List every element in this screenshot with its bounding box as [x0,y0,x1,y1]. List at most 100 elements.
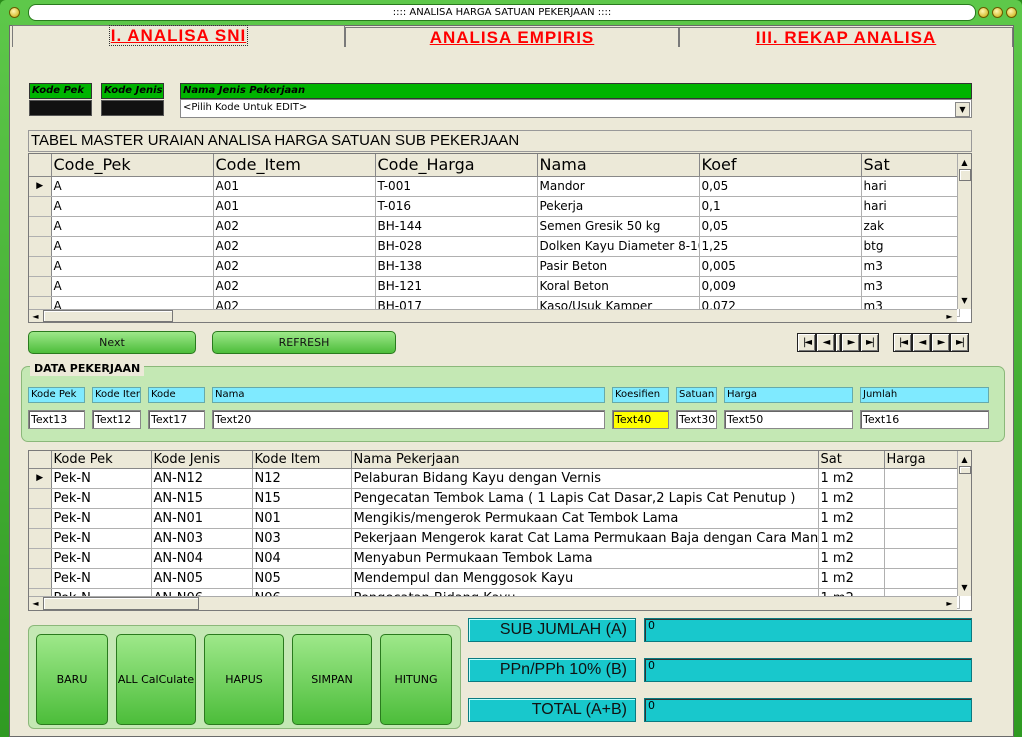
table-cell[interactable]: 1 m2 [818,528,885,549]
table-row[interactable]: ▶ A A01 T-001 Mandor 0,05 hari [29,176,960,197]
column-header[interactable]: Sat [818,451,885,469]
table-cell[interactable]: zak [861,216,960,237]
column-header[interactable]: Code_Harga [375,154,538,177]
table-cell[interactable]: AN-N03 [151,528,253,549]
table-cell[interactable]: A01 [213,196,376,217]
scroll-thumb[interactable] [959,466,971,474]
table-cell[interactable]: 1 m2 [818,548,885,569]
table-cell[interactable]: AN-N04 [151,548,253,569]
table-cell[interactable]: 0,005 [699,256,862,277]
table-cell[interactable]: Mendempul dan Menggosok Kayu [351,568,819,589]
master-table[interactable]: Code_Pek Code_Item Code_Harga Nama Koef … [28,153,972,323]
scroll-right-icon[interactable]: ► [943,597,956,610]
row-selector[interactable] [29,548,52,569]
table-cell[interactable]: A [51,236,214,257]
table-cell[interactable]: Pekerja [537,196,700,217]
column-header[interactable]: Code_Pek [51,154,214,177]
scroll-thumb[interactable] [959,169,971,181]
nav-last-icon[interactable]: ►| [950,333,969,352]
table-cell[interactable]: Pek-N [51,488,152,509]
column-header[interactable]: Koef [699,154,862,177]
current-row-indicator[interactable]: ▶ [29,176,52,197]
table-cell[interactable]: m3 [861,276,960,297]
tab-rekap-analisa[interactable]: III. REKAP ANALISA [679,27,1013,47]
table-cell[interactable]: Koral Beton [537,276,700,297]
table-cell[interactable]: Pasir Beton [537,256,700,277]
table-cell[interactable]: N04 [252,548,352,569]
table-cell[interactable] [884,508,960,529]
close-icon[interactable] [1006,7,1017,18]
table-cell[interactable]: Menyabun Permukaan Tembok Lama [351,548,819,569]
kode-item-input[interactable]: Text12 [92,410,141,429]
table-row[interactable]: Pek-N AN-N05 N05 Mendempul dan Menggosok Ka… [29,568,960,589]
scroll-right-icon[interactable]: ► [943,310,956,322]
column-header[interactable]: Kode Pek [51,451,152,469]
table-cell[interactable]: AN-N05 [151,568,253,589]
row-selector[interactable] [29,488,52,509]
table-cell[interactable]: btg [861,236,960,257]
table-cell[interactable]: Pekerjaan Mengerok karat Cat Lama Permuk… [351,528,819,549]
nav-first-icon[interactable]: |◄ [797,333,816,352]
table-cell[interactable]: T-001 [375,176,538,197]
table-cell[interactable] [884,488,960,509]
table-row[interactable]: Pek-N AN-N04 N04 Menyabun Permukaan Tembok … [29,548,960,569]
table-cell[interactable]: hari [861,196,960,217]
scroll-up-icon[interactable]: ▲ [958,156,971,169]
table-cell[interactable]: 1 m2 [818,568,885,589]
scroll-left-icon[interactable]: ◄ [29,310,42,322]
table-cell[interactable]: Pek-N [51,508,152,529]
table-cell[interactable]: 0,1 [699,196,862,217]
column-header[interactable]: Code_Item [213,154,376,177]
simpan-button[interactable]: SIMPAN [292,634,372,725]
table-cell[interactable]: AN-N15 [151,488,253,509]
column-header[interactable]: Kode Item [252,451,352,469]
column-header[interactable]: Sat [861,154,960,177]
column-header[interactable]: Harga [884,451,960,469]
scroll-thumb[interactable] [43,310,173,322]
row-selector[interactable] [29,196,52,217]
table-cell[interactable] [884,528,960,549]
row-selector[interactable] [29,568,52,589]
koefisien-input[interactable]: Text40 [612,410,669,429]
table-cell[interactable]: 1 m2 [818,488,885,509]
column-header[interactable]: Nama Pekerjaan [351,451,819,469]
column-header[interactable]: Nama [537,154,700,177]
table-cell[interactable]: Pek-N [51,548,152,569]
table-cell[interactable]: Pek-N [51,568,152,589]
kode-pek-field[interactable] [29,100,92,116]
nav-next-icon[interactable]: ► [931,333,950,352]
detail-vertical-scrollbar[interactable]: ▲ ▼ [957,451,971,596]
table-cell[interactable]: A02 [213,276,376,297]
row-selector[interactable] [29,528,52,549]
table-cell[interactable]: BH-138 [375,256,538,277]
row-selector[interactable] [29,256,52,277]
scroll-down-icon[interactable]: ▼ [958,581,971,594]
table-cell[interactable]: A [51,196,214,217]
scroll-down-icon[interactable]: ▼ [958,294,971,307]
table-cell[interactable]: A02 [213,256,376,277]
table-cell[interactable]: N03 [252,528,352,549]
table-cell[interactable]: Mandor [537,176,700,197]
minimize-icon[interactable] [978,7,989,18]
table-cell[interactable]: hari [861,176,960,197]
scroll-up-icon[interactable]: ▲ [958,453,971,466]
tab-analisa-sni[interactable]: I. ANALISA SNI [12,25,345,47]
table-row[interactable]: ▶ Pek-N AN-N12 N12 Pelaburan Bidang Kayu den… [29,468,960,489]
table-cell[interactable]: N15 [252,488,352,509]
table-cell[interactable]: Pek-N [51,528,152,549]
table-row[interactable]: Pek-N AN-N01 N01 Mengikis/mengerok Permukaa… [29,508,960,529]
table-cell[interactable]: Pengecatan Tembok Lama ( 1 Lapis Cat Das… [351,488,819,509]
column-header[interactable]: Kode Jenis [151,451,253,469]
nav-prev-icon[interactable]: ◄ [912,333,931,352]
table-row[interactable]: A A02 BH-121 Koral Beton 0,009 m3 [29,276,960,297]
table-cell[interactable]: BH-144 [375,216,538,237]
table-cell[interactable]: 1 m2 [818,508,885,529]
row-selector[interactable] [29,508,52,529]
table-row[interactable]: A A02 BH-144 Semen Gresik 50 kg 0,05 zak [29,216,960,237]
table-cell[interactable]: AN-N12 [151,468,253,489]
detail-horizontal-scrollbar[interactable]: ◄ ► [29,596,957,610]
jumlah-input[interactable]: Text16 [860,410,989,429]
table-cell[interactable]: A [51,276,214,297]
table-row[interactable]: A A02 BH-028 Dolken Kayu Diameter 8-10 1,25 b… [29,236,960,257]
next-button[interactable]: Next [28,331,196,354]
